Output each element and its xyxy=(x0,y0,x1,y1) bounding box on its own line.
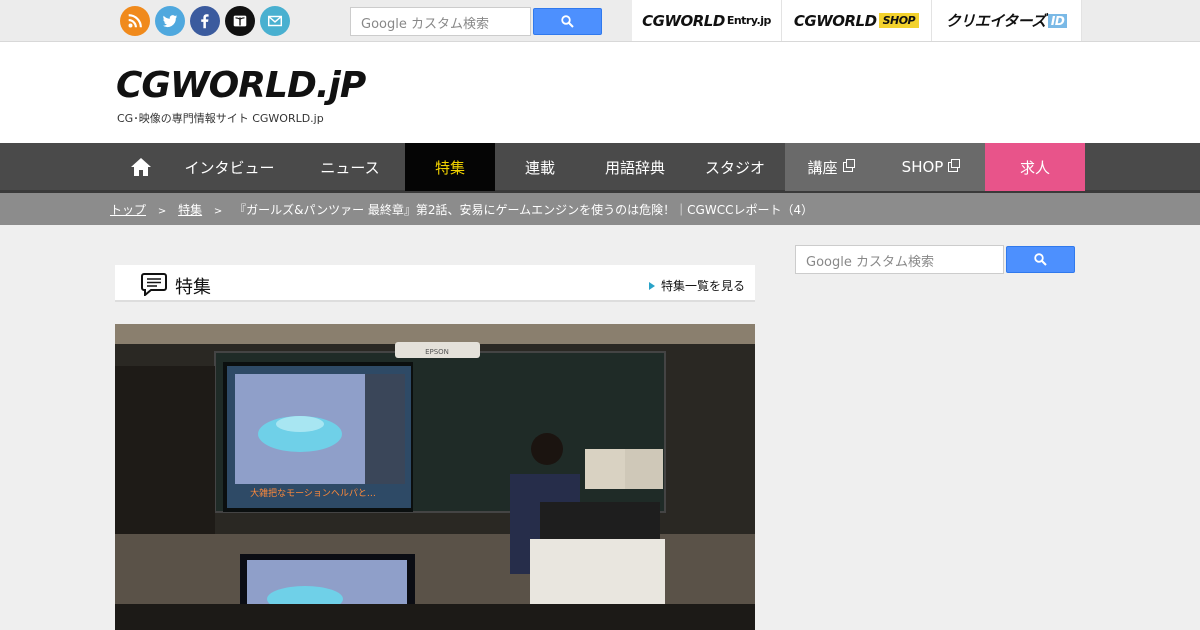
nav-jobs[interactable]: 求人 xyxy=(985,143,1085,191)
mail-icon[interactable] xyxy=(260,6,290,36)
search-icon xyxy=(1034,253,1047,266)
site-shop-main: CGWORLD xyxy=(793,11,877,30)
nav-home[interactable] xyxy=(115,143,167,191)
nav-series[interactable]: 連載 xyxy=(495,143,585,191)
breadcrumb-current: 『ガールズ&パンツァー 最終章』第2話、安易にゲームエンジンを使うのは危険！｜C… xyxy=(234,203,814,217)
home-icon xyxy=(131,158,151,176)
sidebar-search-button[interactable] xyxy=(1006,246,1075,273)
breadcrumb: トップ > 特集 > 『ガールズ&パンツァー 最終章』第2話、安易にゲームエンジ… xyxy=(0,193,1200,225)
speech-bubble-icon xyxy=(141,273,167,296)
breadcrumb-separator: > xyxy=(213,206,223,217)
feature-list-link[interactable]: 特集一覧を見る xyxy=(648,277,745,294)
site-id-main: クリエイターズ xyxy=(945,12,1047,30)
top-utility-bar: Google カスタム検索 CGWORLD Entry.jp CGWORLD SHO… xyxy=(0,0,1200,42)
article-hero-image[interactable]: EPSON 大雑把なモーションヘルパと… xyxy=(115,324,755,630)
site-link-entry[interactable]: CGWORLD Entry.jp xyxy=(632,0,782,41)
search-button[interactable] xyxy=(533,8,602,35)
book-icon[interactable] xyxy=(225,6,255,36)
external-link-icon xyxy=(842,159,855,172)
site-tagline: CG･映像の専門情報サイト CGWORLD.jp xyxy=(117,112,324,125)
slide-caption: 大雑把なモーションヘルパと… xyxy=(250,487,376,499)
nav-shop-label: SHOP xyxy=(901,158,944,176)
site-shop-suffix: SHOP xyxy=(878,13,920,28)
site-entry-suffix: Entry.jp xyxy=(726,14,772,27)
site-link-creators-id[interactable]: クリエイターズ ID xyxy=(932,0,1082,41)
nav-lecture-label: 講座 xyxy=(807,158,838,177)
triangle-right-icon xyxy=(648,282,655,290)
twitter-icon[interactable] xyxy=(155,6,185,36)
main-nav: インタビュー ニュース 特集 連載 用語辞典 スタジオ 講座 SHOP 求人 xyxy=(0,143,1200,193)
nav-studio[interactable]: スタジオ xyxy=(685,143,785,191)
projector-brand: EPSON xyxy=(425,348,449,356)
nav-interview[interactable]: インタビュー xyxy=(167,143,292,191)
site-entry-main: CGWORLD xyxy=(642,11,725,30)
sister-sites: CGWORLD Entry.jp CGWORLD SHOP クリエイターズ ID xyxy=(632,0,1084,41)
search-icon xyxy=(561,15,574,28)
facebook-icon[interactable] xyxy=(190,6,220,36)
nav-news[interactable]: ニュース xyxy=(304,143,396,191)
rss-icon[interactable] xyxy=(120,6,150,36)
site-id-suffix: ID xyxy=(1047,13,1068,28)
nav-shop[interactable]: SHOP xyxy=(875,143,985,191)
breadcrumb-top[interactable]: トップ xyxy=(110,203,146,217)
breadcrumb-separator: > xyxy=(157,206,167,217)
section-header: 特集 特集一覧を見る xyxy=(115,265,755,302)
sidebar-search-input[interactable]: Google カスタム検索 xyxy=(795,245,1004,274)
site-link-shop[interactable]: CGWORLD SHOP xyxy=(782,0,932,41)
nav-feature[interactable]: 特集 xyxy=(405,143,495,191)
external-link-icon xyxy=(948,159,961,172)
breadcrumb-section[interactable]: 特集 xyxy=(178,203,202,217)
search-input[interactable]: Google カスタム検索 xyxy=(350,7,531,36)
site-header: CGWORLD.jP CG･映像の専門情報サイト CGWORLD.jp xyxy=(0,42,1200,143)
section-title: 特集 xyxy=(175,277,211,298)
nav-dictionary[interactable]: 用語辞典 xyxy=(595,143,675,191)
site-logo[interactable]: CGWORLD.jP xyxy=(116,66,366,106)
nav-lecture[interactable]: 講座 xyxy=(785,143,875,191)
feature-list-label: 特集一覧を見る xyxy=(660,279,745,293)
